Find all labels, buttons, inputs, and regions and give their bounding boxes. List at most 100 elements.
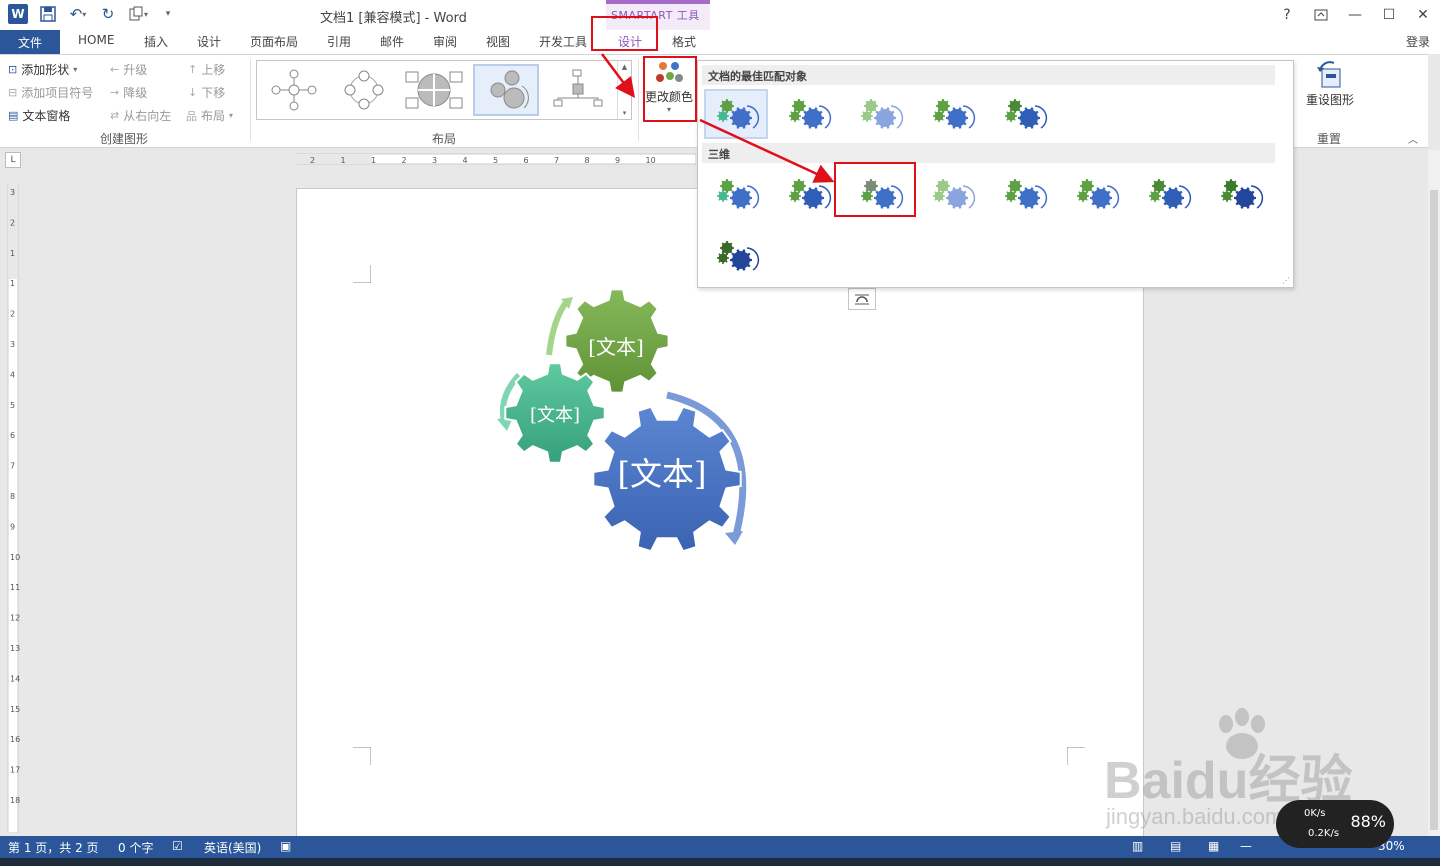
color-option-3d-6[interactable] (1064, 169, 1128, 219)
tab-stop-selector[interactable]: L (5, 152, 21, 168)
customize-qat-icon[interactable]: ▾ (158, 4, 178, 24)
ruler-h-label: 2 (402, 156, 407, 165)
touch-mode-icon[interactable]: ▾ (128, 4, 148, 24)
color-option-3d-7[interactable] (1136, 169, 1200, 219)
color-option-best-2[interactable] (776, 89, 840, 139)
web-layout-icon[interactable]: ▦ (1208, 839, 1219, 853)
arrow-up-icon: ↑ (188, 63, 198, 76)
layout-thumb-hierarchy[interactable] (545, 64, 611, 116)
ruler-v-label: 4 (10, 370, 15, 379)
layout-thumb-radial-cycle[interactable] (261, 64, 327, 116)
reset-graphic-button[interactable]: 重设图形 (1300, 59, 1360, 123)
swap-icon: ⇄ (110, 109, 120, 122)
close-icon[interactable]: ✕ (1412, 4, 1434, 26)
layout-gallery-scroll[interactable]: ▲ ▼ ▾ (617, 61, 631, 119)
layout-thumb-matrix[interactable] (401, 64, 467, 116)
vertical-scrollbar[interactable] (1428, 150, 1440, 836)
ruler-v-label: 10 (10, 553, 20, 562)
tab-mailings[interactable]: 邮件 (380, 33, 404, 50)
right-to-left-button[interactable]: ⇄ 从右向左 (110, 107, 171, 124)
crop-mark-top-left (353, 265, 371, 283)
vertical-ruler[interactable]: 3 2 1 1 2 3 4 5 6 7 8 9 10 11 12 13 14 15 16 17 18 (6, 182, 20, 834)
status-bar: 第 1 页，共 2 页 0 个字 ☑ 英语(美国) ▣ ▥ ▤ ▦ — 30% (0, 836, 1440, 858)
tab-page-layout[interactable]: 页面布局 (250, 33, 298, 50)
status-words[interactable]: 0 个字 (118, 839, 153, 856)
tab-developer[interactable]: 开发工具 (539, 33, 587, 50)
layout-button[interactable]: 品 布局 ▾ (186, 107, 233, 124)
tab-file[interactable]: 文件 (0, 30, 60, 54)
crop-mark-bottom-right (1067, 747, 1085, 765)
promote-button[interactable]: ← 升级 (110, 61, 147, 78)
ribbon-tabs: 文件 HOME 插入 设计 页面布局 引用 邮件 审阅 视图 开发工具 设计 格… (0, 30, 1440, 54)
color-option-best-3[interactable] (848, 89, 912, 139)
macro-icon[interactable]: ▣ (280, 839, 291, 853)
scrollbar-thumb[interactable] (1430, 190, 1438, 830)
maximize-icon[interactable]: ☐ (1378, 4, 1400, 26)
tab-home[interactable]: HOME (78, 33, 114, 47)
save-icon[interactable] (38, 4, 58, 24)
gear-teal-text[interactable]: [文本] (515, 401, 595, 427)
color-option-3d-4[interactable] (920, 169, 984, 219)
help-icon[interactable]: ? (1276, 4, 1298, 26)
tab-design[interactable]: 设计 (197, 33, 221, 50)
color-option-3d-2[interactable] (776, 169, 840, 219)
color-option-best-5[interactable] (992, 89, 1056, 139)
text-pane-icon: ▤ (8, 109, 19, 122)
add-bullet-icon: ⊟ (8, 86, 18, 99)
tab-review[interactable]: 审阅 (433, 33, 457, 50)
ruler-v-label: 13 (10, 644, 20, 653)
layout-thumb-cycle[interactable] (331, 64, 397, 116)
ruler-h-label: 1 (341, 156, 346, 165)
more-icon[interactable]: ▾ (623, 109, 627, 117)
ruler-v-label: 5 (10, 401, 15, 410)
taskbar (0, 858, 1440, 866)
color-option-3d-8[interactable] (1208, 169, 1272, 219)
proofing-icon[interactable]: ☑ (172, 839, 183, 853)
gear-green-text[interactable]: [文本] (576, 331, 656, 360)
ruler-v-label: 11 (10, 583, 20, 592)
ruler-v-label: 12 (10, 614, 20, 623)
ruler-v-label: 3 (10, 340, 15, 349)
add-shape-button[interactable]: ⊡ 添加形状 ▾ (8, 61, 77, 78)
demote-button[interactable]: → 降级 (110, 84, 147, 101)
change-colors-dropdown: 文档的最佳匹配对象 三维 ⋰ (697, 60, 1294, 288)
scroll-down-icon[interactable]: ▼ (622, 86, 627, 94)
network-speed-widget[interactable]: 0K/s 0.2K/s 88% (1276, 800, 1394, 848)
login-link[interactable]: 登录 (1406, 33, 1430, 50)
color-option-3d-1[interactable] (704, 169, 768, 219)
collapse-ribbon-icon[interactable]: ︿ (1408, 131, 1418, 146)
status-language[interactable]: 英语(美国) (204, 839, 261, 856)
undo-icon[interactable]: ↶ ▾ (68, 4, 88, 24)
tab-references[interactable]: 引用 (327, 33, 351, 50)
move-down-button[interactable]: ↓ 下移 (188, 84, 225, 101)
color-option-3d-extra-1[interactable] (704, 231, 768, 281)
chevron-down-icon: ▾ (73, 65, 78, 74)
horizontal-ruler[interactable]: 2 1 1 2 3 4 5 6 7 8 9 10 (295, 152, 697, 166)
tab-insert[interactable]: 插入 (144, 33, 168, 50)
layout-gallery: ▲ ▼ ▾ (256, 60, 632, 120)
zoom-out-icon[interactable]: — (1240, 839, 1252, 853)
redo-icon[interactable]: ↻ (98, 4, 118, 24)
color-option-best-4[interactable] (920, 89, 984, 139)
color-option-best-1[interactable] (704, 89, 768, 139)
status-page[interactable]: 第 1 页，共 2 页 (8, 839, 99, 856)
color-option-3d-5[interactable] (992, 169, 1056, 219)
reset-group-label: 重置 (1317, 132, 1342, 146)
arrow-down-icon: ↓ (188, 86, 198, 99)
ribbon-display-icon[interactable] (1310, 4, 1332, 26)
resize-grip-icon[interactable]: ⋰ (1282, 276, 1290, 285)
text-pane-button[interactable]: ▤ 文本窗格 (8, 107, 70, 124)
add-bullet-button[interactable]: ⊟ 添加项目符号 (8, 84, 93, 101)
tab-format[interactable]: 格式 (672, 33, 696, 50)
move-up-button[interactable]: ↑ 上移 (188, 61, 225, 78)
arrow-left-icon: ← (110, 63, 120, 76)
layout-thumb-gear[interactable] (473, 64, 539, 116)
minimize-icon[interactable]: — (1344, 4, 1366, 26)
tab-view[interactable]: 视图 (486, 33, 510, 50)
gear-blue-text[interactable]: [文本] (597, 449, 727, 495)
print-layout-icon[interactable]: ▤ (1170, 839, 1181, 853)
layout-options-button[interactable] (848, 288, 876, 310)
smartart-gear-diagram[interactable]: [文本] [文本] [文本] (477, 289, 777, 559)
scroll-up-icon[interactable]: ▲ (622, 63, 627, 71)
read-mode-icon[interactable]: ▥ (1132, 839, 1143, 853)
